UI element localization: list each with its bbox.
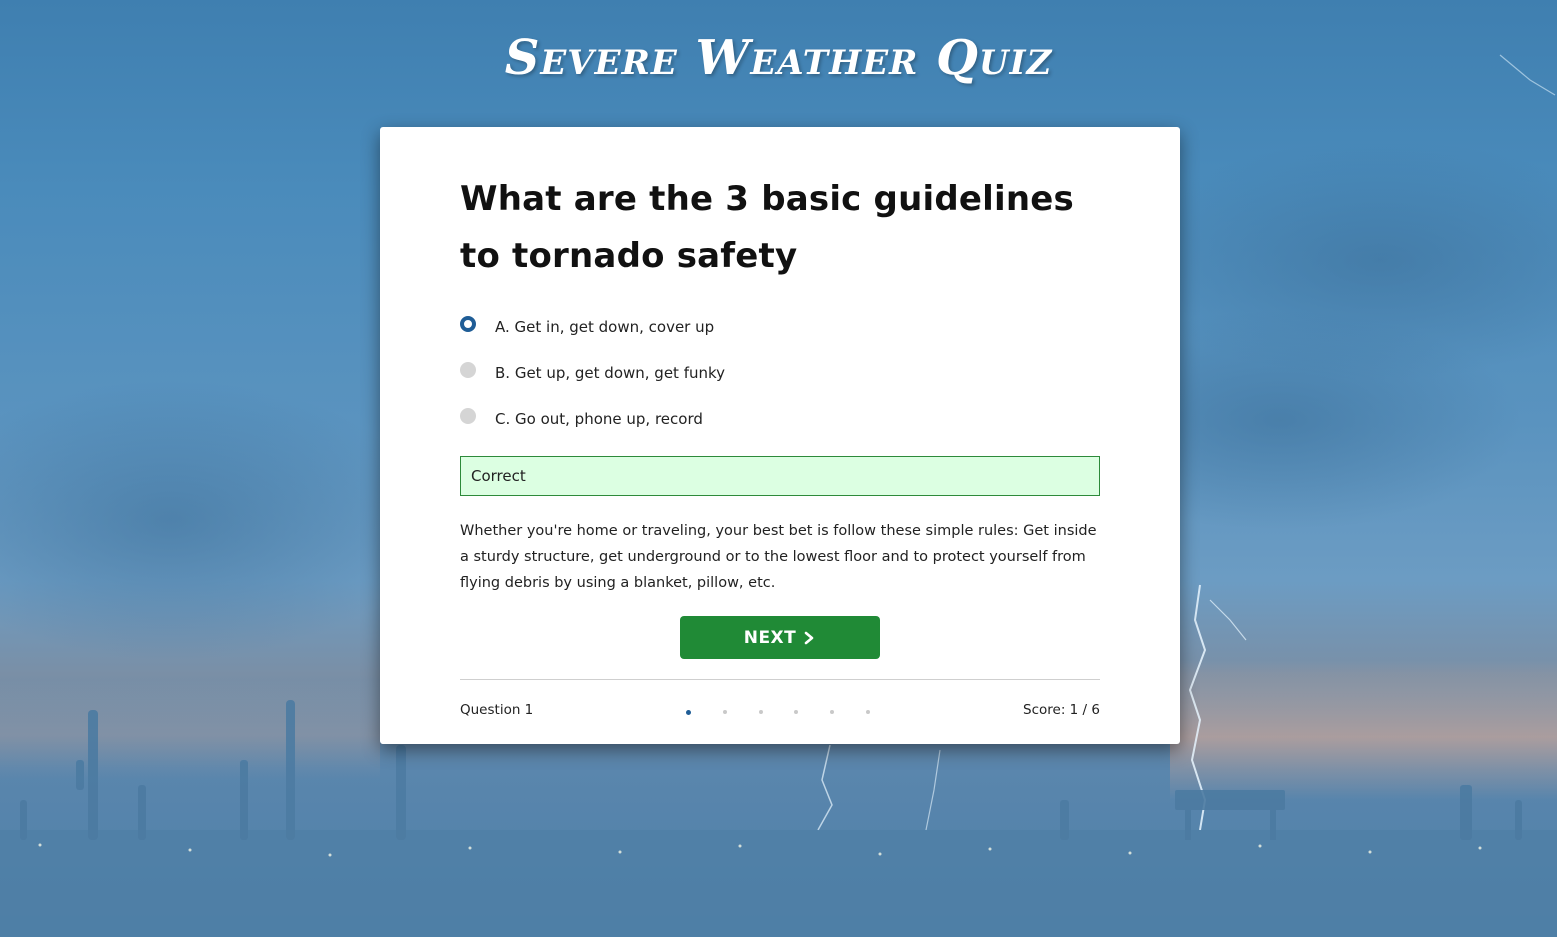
quiz-card-content: What are the 3 basic guidelines to torna… xyxy=(460,127,1100,742)
next-button-label: NEXT xyxy=(743,627,797,648)
answer-option-label: B. Get up, get down, get funky xyxy=(495,364,726,382)
next-button[interactable]: NEXT xyxy=(680,616,880,659)
answer-explanation: Whether you're home or traveling, your b… xyxy=(460,523,1097,591)
answer-option-label: C. Go out, phone up, record xyxy=(495,410,703,428)
progress-dot-active xyxy=(686,709,691,715)
progress-dots xyxy=(686,709,902,715)
answer-option-b[interactable]: B. Get up, get down, get funky xyxy=(460,350,1100,396)
answer-options: A. Get in, get down, cover up B. Get up,… xyxy=(460,304,1100,442)
quiz-card: What are the 3 basic guidelines to torna… xyxy=(380,127,1180,744)
answer-option-a[interactable]: A. Get in, get down, cover up xyxy=(460,304,1100,350)
question-text: What are the 3 basic guidelines to torna… xyxy=(460,179,1074,276)
progress-dot xyxy=(758,710,763,714)
progress-dot xyxy=(722,710,727,714)
next-button-wrap: NEXT xyxy=(460,616,1100,659)
progress-dot xyxy=(794,710,799,714)
radio-unselected-icon[interactable] xyxy=(460,362,476,378)
site-title: Severe Weather Quiz xyxy=(504,30,1053,86)
progress-dot xyxy=(830,710,835,714)
question-counter: Question 1 xyxy=(460,702,534,718)
quiz-footer: Question 1 Score: 1 / 6 xyxy=(460,680,1100,742)
score-display: Score: 1 / 6 xyxy=(1023,702,1100,718)
answer-feedback-banner: Correct xyxy=(460,456,1100,496)
answer-option-c[interactable]: C. Go out, phone up, record xyxy=(460,396,1100,442)
radio-unselected-icon[interactable] xyxy=(460,408,476,424)
progress-dot xyxy=(865,710,870,714)
radio-selected-icon[interactable] xyxy=(460,316,476,332)
chevron-right-icon xyxy=(804,631,814,644)
answer-option-label: A. Get in, get down, cover up xyxy=(495,318,715,336)
